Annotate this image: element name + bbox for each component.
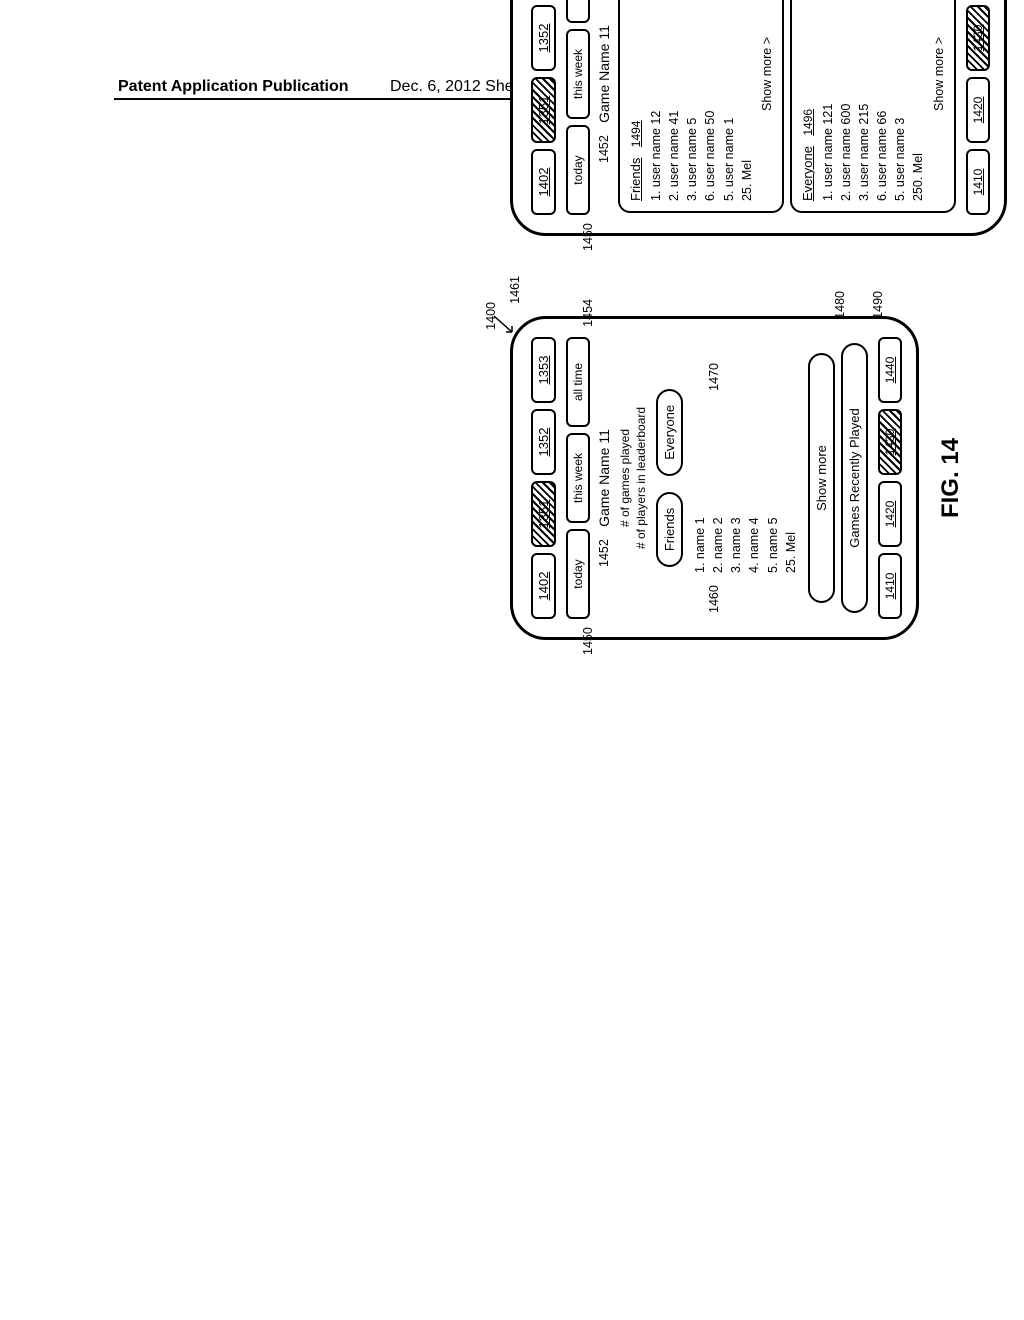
ref-1461-a: 1461 <box>508 276 522 304</box>
list-item: 25. Mel <box>782 343 800 573</box>
fig14-label: FIG. 14 <box>937 316 965 640</box>
bottomtab-1410-14[interactable]: 1410 <box>878 553 902 619</box>
list-item: 6. user name 66 <box>873 0 891 201</box>
bottomtab-1430-14[interactable]: 1430 <box>878 409 902 475</box>
friends-showmore[interactable]: Show more > <box>760 0 774 201</box>
time-tabs-14: today this week all time <box>566 337 590 619</box>
bottomtab-1410-15[interactable]: 1410 <box>966 149 990 215</box>
toptab-1351-15[interactable]: 1351 <box>531 77 556 143</box>
timetab-week-15[interactable]: this week <box>566 29 590 119</box>
top-tabs-14: 1402 1351 1352 1353 <box>531 337 556 619</box>
bottomtab-1420-15[interactable]: 1420 <box>966 77 990 143</box>
stat-games-played: # of games played <box>618 337 632 619</box>
pill-everyone[interactable]: Everyone <box>656 389 683 476</box>
toptab-1352[interactable]: 1352 <box>531 409 556 475</box>
stat-players: # of players in leaderboard <box>634 337 648 619</box>
ref-1480: 1480 <box>833 291 847 319</box>
toptab-1353[interactable]: 1353 <box>531 337 556 403</box>
ref-1494: 1494 <box>629 121 643 148</box>
everyone-box: Everyone 1496 1. user name 121 2. user n… <box>790 0 956 213</box>
bottomtab-1430-15[interactable]: 1430 <box>966 5 990 71</box>
game-name-15: Game Name 11 <box>596 0 612 215</box>
everyone-showmore[interactable]: Show more > <box>932 0 946 201</box>
list-item: 5. user name 3 <box>891 0 909 201</box>
toptab-1351[interactable]: 1351 <box>531 481 556 547</box>
pill-friends[interactable]: Friends <box>656 492 683 567</box>
timetab-week-14[interactable]: this week <box>566 433 590 523</box>
timetab-today-14[interactable]: today <box>566 529 590 619</box>
list-item: 2. user name 600 <box>837 0 855 201</box>
list-item: 2. user name 41 <box>665 0 683 201</box>
ref-1450-15: 1450 <box>581 223 595 251</box>
bottomtab-1420-14[interactable]: 1420 <box>878 481 902 547</box>
list-item: 3. user name 5 <box>683 0 701 201</box>
top-tabs-15: 1402 1351 1352 1353 <box>531 0 556 215</box>
list-item: 6. user name 50 <box>701 0 719 201</box>
ref-1470: 1470 <box>707 363 721 391</box>
ref-1460: 1460 <box>707 585 721 613</box>
list-item: 5. name 5 <box>764 343 782 573</box>
game-name-14: Game Name 11 <box>596 337 612 619</box>
ref-1490: 1490 <box>871 291 885 319</box>
ref-1450-14: 1450 <box>581 627 595 655</box>
ref-1452-15: 1452 <box>597 135 611 163</box>
timetab-all-15[interactable]: all time <box>566 0 590 23</box>
header-left: Patent Application Publication <box>118 78 349 96</box>
bottom-tabs-15: 1410 1420 1430 1440 <box>966 0 990 215</box>
device-fig14: 1402 1351 1352 1353 today this week all … <box>510 316 919 640</box>
timetab-all-14[interactable]: all time <box>566 337 590 427</box>
toptab-1402-15[interactable]: 1402 <box>531 149 556 215</box>
friends-title: Friends <box>628 158 643 201</box>
ref-1496: 1496 <box>801 109 815 136</box>
ref-1452-14: 1452 <box>597 539 611 567</box>
fig15-group: 1491 1461 1402 1351 1352 1353 today this… <box>510 0 1024 236</box>
everyone-title: Everyone <box>800 146 815 201</box>
list-item: 25. Mel <box>738 0 756 201</box>
list-item: 4. name 4 <box>745 343 763 573</box>
list-item: 3. name 3 <box>727 343 745 573</box>
bottomtab-1440-14[interactable]: 1440 <box>878 337 902 403</box>
toptab-1352-15[interactable]: 1352 <box>531 5 556 71</box>
list-item: 5. user name 1 <box>720 0 738 201</box>
friends-box: Friends 1494 1. user name 12 2. user nam… <box>618 0 784 213</box>
list-item: 1. user name 12 <box>647 0 665 201</box>
show-more-14[interactable]: Show more <box>808 353 835 603</box>
fig14-group: 1400 1461 1402 1351 1352 1353 today this… <box>510 316 1024 640</box>
recent-played-14[interactable]: Games Recently Played <box>841 343 868 613</box>
time-tabs-15: today this week all time <box>566 0 590 215</box>
toptab-1402[interactable]: 1402 <box>531 553 556 619</box>
list-item: 250. Mel <box>909 0 927 201</box>
list-item: 3. user name 215 <box>855 0 873 201</box>
bottom-tabs-14: 1410 1420 1430 1440 <box>878 337 902 619</box>
ref-1454-14: 1454 <box>581 299 595 327</box>
arrow-icon <box>492 312 516 336</box>
list-item: 1. user name 121 <box>819 0 837 201</box>
timetab-today-15[interactable]: today <box>566 125 590 215</box>
device-fig15: 1402 1351 1352 1353 today this week all … <box>510 0 1007 236</box>
figures-container: 1400 1461 1402 1351 1352 1353 today this… <box>510 0 1024 640</box>
